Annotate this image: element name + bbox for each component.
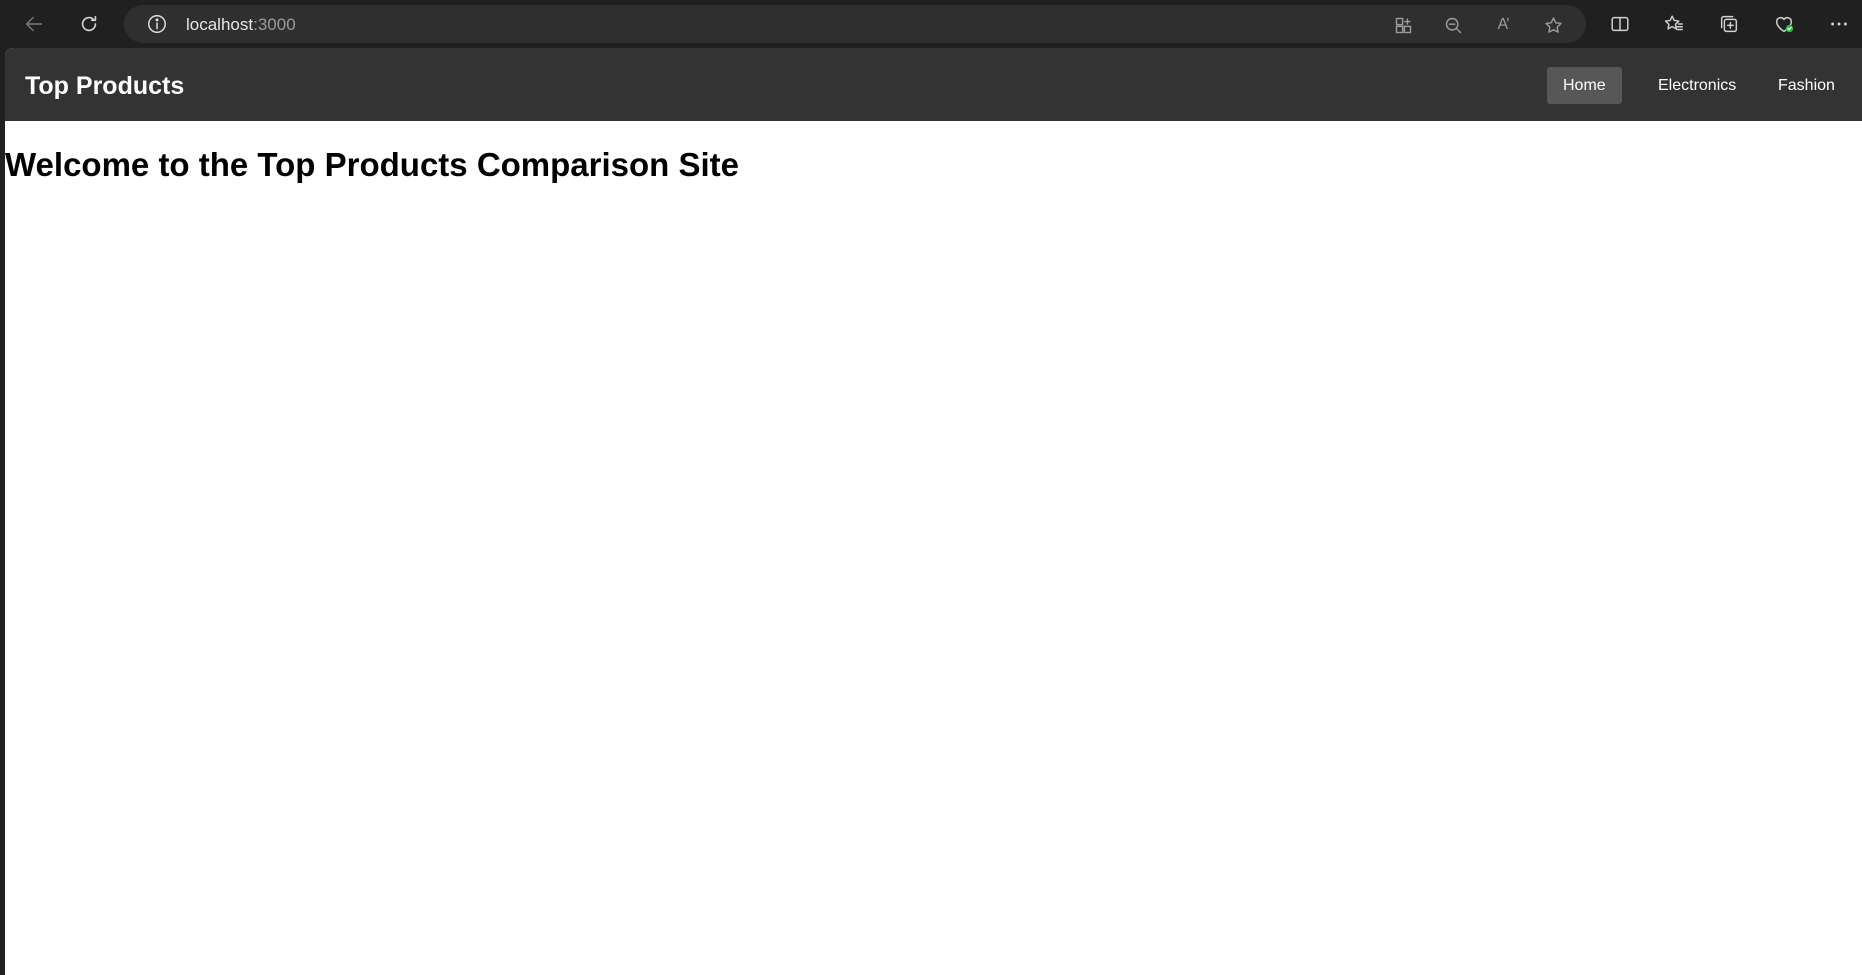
back-arrow-icon[interactable] bbox=[22, 12, 46, 36]
favorites-icon[interactable] bbox=[1662, 12, 1686, 36]
zoom-out-icon[interactable] bbox=[1442, 14, 1464, 36]
site-brand[interactable]: Top Products bbox=[25, 72, 184, 101]
browser-essentials-icon[interactable] bbox=[1772, 12, 1796, 36]
url-text[interactable]: localhost:3000 bbox=[186, 15, 296, 35]
page-viewport: Top Products Home Electronics Fashion We… bbox=[5, 48, 1862, 975]
read-aloud-label: A’ bbox=[1497, 16, 1509, 33]
app-available-icon[interactable] bbox=[1392, 14, 1414, 36]
site-navbar: Top Products Home Electronics Fashion bbox=[5, 48, 1862, 121]
address-bar[interactable]: localhost:3000 A’ bbox=[124, 5, 1586, 43]
more-options-icon[interactable] bbox=[1827, 12, 1851, 36]
collections-icon[interactable] bbox=[1717, 12, 1741, 36]
page-heading: Welcome to the Top Products Comparison S… bbox=[5, 146, 740, 183]
refresh-icon[interactable] bbox=[77, 12, 101, 36]
nav-link-fashion[interactable]: Fashion bbox=[1762, 67, 1851, 104]
url-port: :3000 bbox=[253, 15, 296, 34]
read-aloud-icon[interactable]: A’ bbox=[1492, 14, 1514, 36]
favorite-star-icon[interactable] bbox=[1542, 14, 1564, 36]
site-info-icon[interactable] bbox=[146, 13, 168, 35]
nav-link-home[interactable]: Home bbox=[1547, 67, 1622, 104]
url-host: localhost bbox=[186, 15, 254, 34]
browser-toolbar: localhost:3000 A’ bbox=[0, 0, 1862, 48]
split-screen-icon[interactable] bbox=[1608, 12, 1632, 36]
nav-link-electronics[interactable]: Electronics bbox=[1642, 67, 1752, 104]
